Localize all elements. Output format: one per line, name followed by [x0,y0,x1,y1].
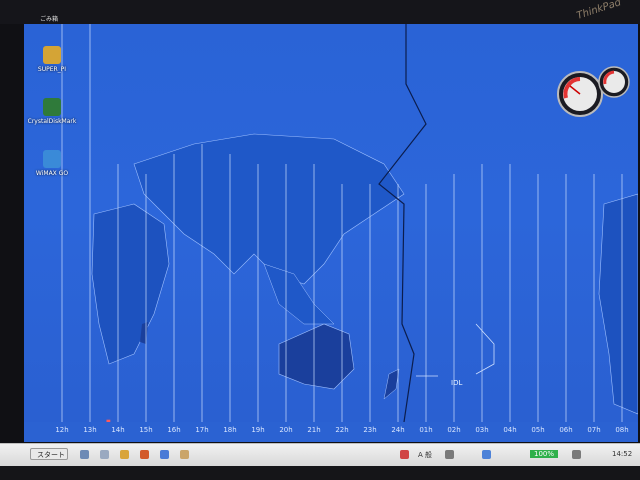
desktop-icon-label: SUPER_PI [37,66,67,73]
hour-label: 20h [279,426,293,434]
taskbar: スタート A 般 100% 14:52 [0,443,640,466]
hour-label: 08h [615,426,629,434]
cpu-meter-gadget[interactable] [556,64,636,124]
desktop-icon-crystaldiskmark[interactable]: CrystalDiskMark [22,98,82,125]
idl-label: IDL [451,379,463,387]
time-zone-hours-bar: 12h 13h 14h 15h 16h 17h 18h 19h 20h 21h … [24,422,638,442]
start-button[interactable]: スタート [30,448,68,460]
hour-label: 07h [587,426,601,434]
tray-volume-icon[interactable] [572,450,581,459]
hour-label: 03h [475,426,489,434]
map-new-zealand [383,368,400,400]
map-americas [598,193,638,415]
quick-launch-icon[interactable] [180,450,189,459]
hour-label: 22h [335,426,349,434]
ime-indicator[interactable]: A 般 [418,450,432,460]
desktop-screen: IDL ■ 12h 13h 14h 15h 16h 17h 18h 19h 20… [24,24,638,442]
desktop-icon-label: WiMAX GO [35,170,69,177]
hour-label: 24h [391,426,405,434]
hour-label: 15h [139,426,153,434]
browser-icon[interactable] [140,450,149,459]
hour-label: 06h [559,426,573,434]
recycle-bin-label[interactable]: ごみ箱 [40,14,58,23]
hour-label: 12h [55,426,69,434]
world-time-zone-map [61,24,638,423]
tray-antivirus-icon[interactable] [400,450,409,459]
folder-icon [43,46,61,64]
quick-launch-icon[interactable] [100,450,109,459]
hour-label: 13h [83,426,97,434]
monitor-bezel-top: ThinkPad [0,0,640,24]
hour-label: 01h [419,426,433,434]
hour-label: 17h [195,426,209,434]
brand-logo: ThinkPad [575,0,623,22]
wimax-icon [43,150,61,168]
taskbar-clock[interactable]: 14:52 [612,450,632,458]
desktop-icon-wimax-go[interactable]: WiMAX GO [22,150,82,177]
desktop-icon-label: CrystalDiskMark [27,118,77,125]
hour-label: 02h [447,426,461,434]
map-australia [278,323,355,390]
map-africa [91,203,170,365]
quick-launch-icon[interactable] [120,450,129,459]
hour-label: 23h [363,426,377,434]
hour-label: 14h [111,426,125,434]
quick-launch-icon[interactable] [160,450,169,459]
tray-network-icon[interactable] [482,450,491,459]
idl-line [475,323,495,375]
desktop-icon-super-pi[interactable]: SUPER_PI [22,46,82,73]
tray-icon[interactable] [445,450,454,459]
battery-indicator[interactable]: 100% [530,450,559,458]
terminator-line [378,24,427,423]
hour-label: 19h [251,426,265,434]
monitor-bezel-bottom [0,466,640,480]
hour-label: 21h [307,426,321,434]
map-eurasia [133,133,405,285]
hour-label: 16h [167,426,181,434]
hour-label: 18h [223,426,237,434]
hour-label: 05h [531,426,545,434]
disk-benchmark-icon [43,98,61,116]
quick-launch-icon[interactable] [80,450,89,459]
hour-label: 04h [503,426,517,434]
